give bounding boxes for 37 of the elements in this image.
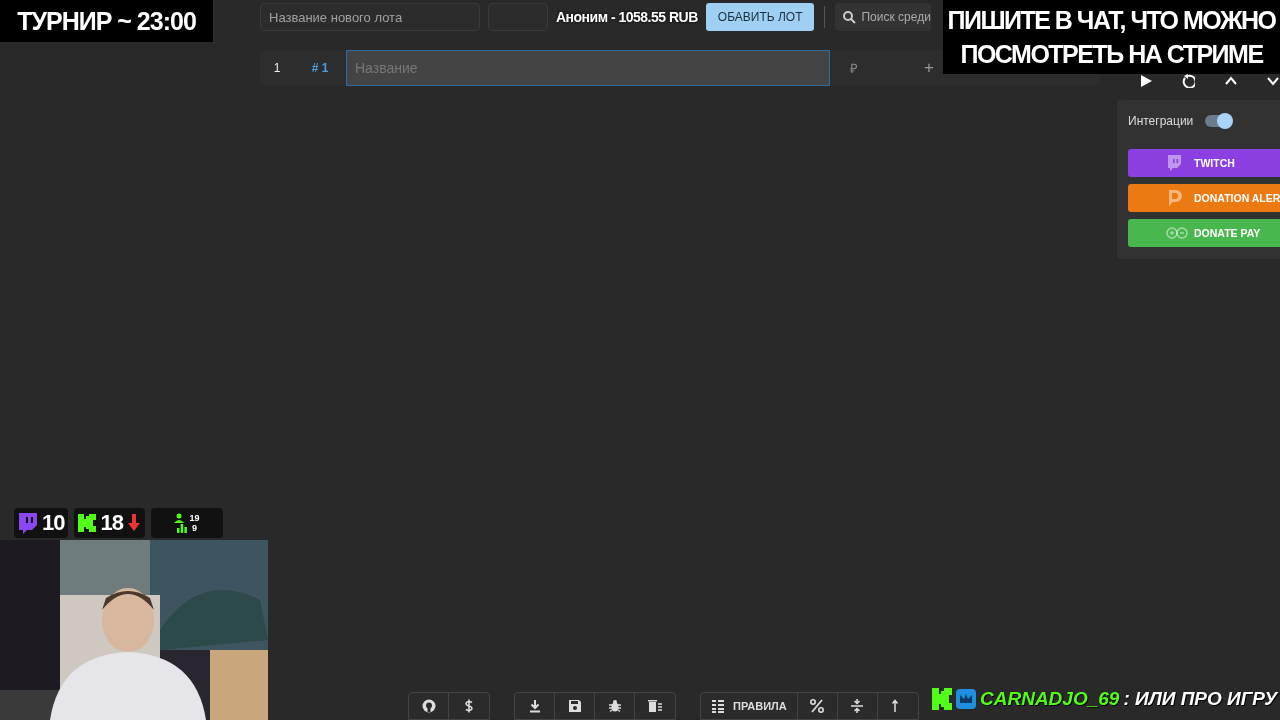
service-button[interactable]: TWITCH <box>1128 149 1280 177</box>
twitch-icon <box>18 512 38 534</box>
search-field[interactable]: Поиск среди <box>835 3 932 31</box>
lot-index: 1 <box>272 61 282 75</box>
donate-pay-icon <box>1166 224 1188 242</box>
integrations-label: Интеграции <box>1128 114 1194 128</box>
banner-line: ПИШИТЕ В ЧАТ, ЧТО МОЖНО <box>947 5 1276 36</box>
integrations-toggle[interactable] <box>1205 115 1232 127</box>
add-lot-button[interactable]: ОБАВИТЬ ЛОТ <box>705 3 815 31</box>
collapse-icon[interactable] <box>850 699 865 713</box>
donation-alert-text: Аноним - 1058.55 RUB <box>556 9 698 25</box>
person-icon <box>174 513 185 523</box>
tournament-banner: ТУРНИР ~ 23:00 <box>0 0 213 42</box>
follower-count: 19 <box>189 513 200 523</box>
chat-username: CARNADJO_69 <box>980 688 1120 710</box>
bug-icon[interactable] <box>607 699 622 713</box>
banner-line: ПОСМОТРЕТЬ НА СТРИМЕ <box>960 39 1263 70</box>
subscriber-count: 9 <box>191 523 197 533</box>
trash-list-icon[interactable] <box>648 699 662 713</box>
viewer-count: 10 <box>42 510 65 536</box>
crown-badge-icon <box>956 689 976 709</box>
viewer-count: 18 <box>100 510 123 536</box>
currency-sign: ₽ <box>850 60 859 77</box>
kick-icon <box>78 514 97 532</box>
add-amount-button[interactable]: + <box>920 58 938 78</box>
list-icon <box>711 699 725 713</box>
lot-number: # 1 <box>310 61 330 75</box>
search-icon <box>843 11 857 24</box>
percent-icon[interactable] <box>810 699 825 713</box>
chat-message: : ИЛИ ПРО ИГРУ <box>1123 688 1278 710</box>
kick-icon <box>932 688 952 710</box>
lot-name-field[interactable]: Название нового лота <box>260 3 480 31</box>
restart-icon[interactable] <box>1181 74 1196 88</box>
service-button[interactable]: DONATION ALER <box>1128 184 1280 212</box>
dollar-icon[interactable] <box>462 699 476 713</box>
bar-chart-icon <box>176 523 187 533</box>
download-icon[interactable] <box>527 699 542 713</box>
